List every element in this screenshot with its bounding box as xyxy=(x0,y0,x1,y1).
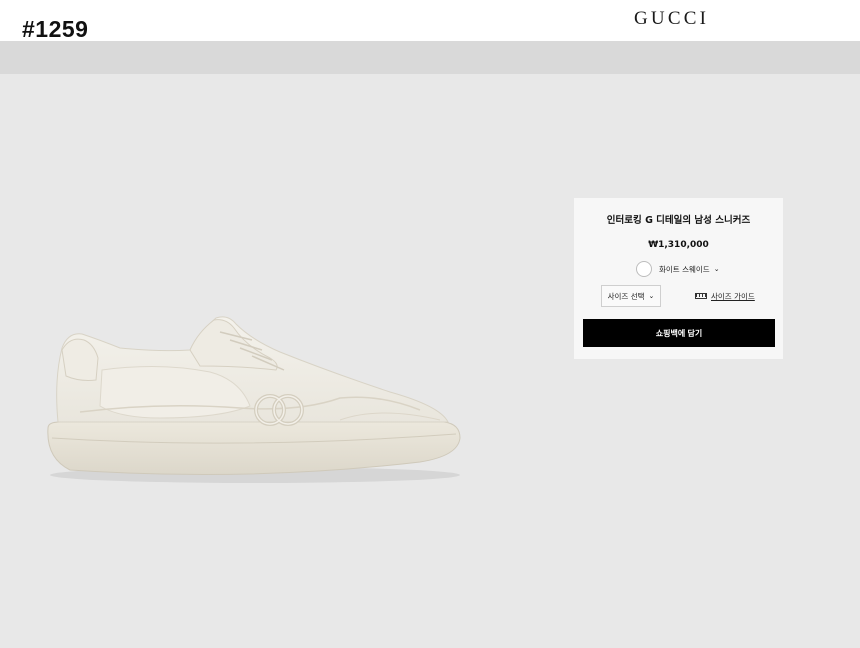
top-header: #1259 GUCCI xyxy=(0,0,860,41)
size-select[interactable]: 사이즈 선택 ⌄ xyxy=(601,285,661,307)
color-selector[interactable]: 화이트 스웨이드 ⌄ xyxy=(636,261,720,277)
gucci-logo[interactable]: GUCCI xyxy=(634,8,709,30)
color-swatch[interactable] xyxy=(636,261,652,277)
size-guide-link[interactable]: 사이즈 가이드 xyxy=(695,290,755,302)
chevron-down-icon[interactable]: ⌄ xyxy=(714,265,720,273)
size-guide-label[interactable]: 사이즈 가이드 xyxy=(711,291,755,302)
size-select-label: 사이즈 선택 xyxy=(607,291,645,301)
sneaker-image xyxy=(47,316,461,483)
add-to-cart-button[interactable]: 쇼핑백에 담기 xyxy=(583,319,775,347)
id-tag: #1259 xyxy=(22,16,89,42)
product-price: ₩1,310,000 xyxy=(648,240,709,250)
chevron-down-icon: ⌄ xyxy=(648,292,655,300)
color-label[interactable]: 화이트 스웨이드 xyxy=(659,264,710,275)
page: #1259 GUCCI 인터로킹 G 디테일의 남성 스니커즈 ₩1,310,0… xyxy=(0,0,860,648)
product-title: 인터로킹 G 디테일의 남성 스니커즈 xyxy=(606,215,751,226)
ruler-icon xyxy=(695,293,707,299)
product-panel: 인터로킹 G 디테일의 남성 스니커즈 ₩1,310,000 화이트 스웨이드 … xyxy=(574,198,783,359)
nav-bar xyxy=(0,41,860,74)
